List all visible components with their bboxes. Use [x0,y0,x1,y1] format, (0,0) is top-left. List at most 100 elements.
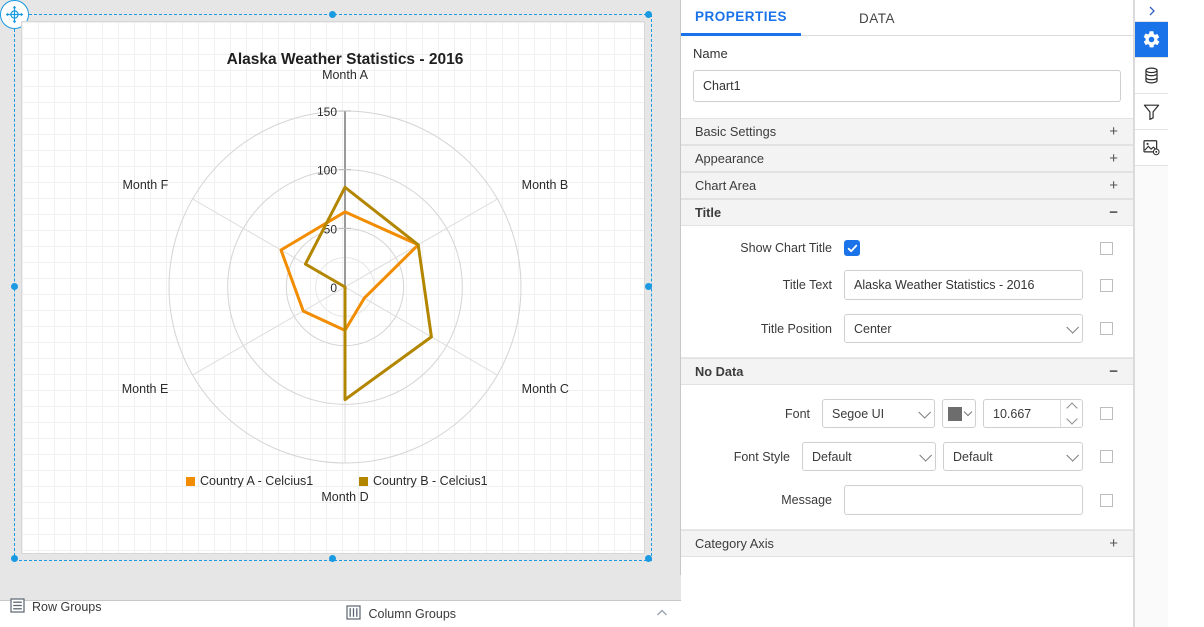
category-axis-label: Month C [522,382,569,396]
rail-button-image-settings[interactable] [1135,130,1168,166]
axis-spoke [344,286,498,376]
resize-handle-middle-left[interactable] [11,283,18,290]
legend-label-2: Country B - Celcius1 [373,474,488,488]
section-body-no-data: Font Segoe UI 10.667 Font Style Default … [681,385,1133,530]
category-axis-label: Month E [122,382,169,396]
design-surface[interactable]: Alaska Weather Statistics - 2016 0 50 100 15… [0,0,681,627]
rail-button-dataset[interactable] [1135,58,1168,94]
section-header-chart-area[interactable]: Chart Area + [681,172,1133,199]
chevron-down-icon [1066,448,1080,462]
properties-panel-content: PROPERTIES DATA Name Basic Settings + Ap… [681,0,1134,627]
label-title-text: Title Text [782,278,832,292]
chart-title: Alaska Weather Statistics - 2016 [227,51,464,68]
expression-toggle-title-position[interactable] [1100,322,1113,335]
column-groups-item[interactable]: Column Groups [346,605,456,623]
label-message: Message [781,493,832,507]
section-header-basic-settings[interactable]: Basic Settings + [681,118,1133,145]
font-family-value: Segoe UI [832,406,885,421]
expand-icon-basic-settings: + [1109,123,1118,140]
name-input[interactable] [693,70,1121,102]
legend-swatch-1 [186,477,195,486]
chevron-up-icon[interactable] [655,606,669,623]
section-header-title[interactable]: Title − [681,199,1133,226]
chevron-down-icon [919,448,933,462]
font-style-select-2[interactable]: Default [943,442,1083,471]
expand-icon-appearance: + [1109,150,1118,167]
legend-swatch-2 [359,477,368,486]
collapse-icon-title: − [1109,204,1118,221]
properties-panel: PROPERTIES DATA Name Basic Settings + Ap… [681,0,1168,627]
row-show-chart-title: Show Chart Title [681,240,1133,256]
font-size-value: 10.667 [993,406,1032,421]
row-groups-label: Row Groups [32,600,102,614]
resize-handle-bottom-right[interactable] [645,555,652,562]
resize-handle-bottom-center[interactable] [329,555,336,562]
category-axis-label: Month D [321,490,368,504]
expression-toggle-message[interactable] [1100,493,1113,507]
name-section: Name [681,36,1133,118]
section-header-no-data[interactable]: No Data − [681,358,1133,385]
resize-handle-top-right[interactable] [645,11,652,18]
chevron-down-icon [918,405,932,419]
category-axis-label: Month A [322,68,369,82]
axis-spoke [192,286,346,376]
radial-tick-label: 150 [317,105,337,119]
resize-handle-top-center[interactable] [329,11,336,18]
chevron-right-icon [1149,6,1155,15]
font-color-picker[interactable] [942,399,976,428]
section-header-category-axis[interactable]: Category Axis + [681,530,1133,557]
column-groups-icon [346,605,362,623]
font-style-select-1[interactable]: Default [802,442,936,471]
image-settings-icon [1143,140,1160,156]
rail-button-filter[interactable] [1135,94,1168,130]
radar-chart[interactable]: Alaska Weather Statistics - 2016 0 50 100 15… [22,22,646,555]
title-text-input[interactable] [844,270,1083,300]
section-label-chart-area: Chart Area [695,178,757,193]
font-style-value-2: Default [953,449,993,464]
message-input[interactable] [844,485,1083,515]
expand-icon-category-axis: + [1109,535,1118,552]
font-size-increment[interactable] [1061,400,1082,414]
column-groups-label: Column Groups [368,607,457,621]
row-title-text: Title Text [681,270,1133,300]
radar-chart-svg: Alaska Weather Statistics - 201605010015… [122,51,569,504]
resize-handle-middle-right[interactable] [645,283,652,290]
section-body-title: Show Chart Title Title Text Alaska Weath… [681,226,1133,358]
chart-selection-container[interactable]: Alaska Weather Statistics - 2016 0 50 100 15… [0,0,652,562]
section-label-no-data: No Data [695,364,744,379]
tab-data[interactable]: DATA [845,0,909,36]
title-position-select[interactable]: Center [844,314,1083,343]
label-font: Font [784,406,810,421]
tab-properties[interactable]: PROPERTIES [681,0,802,36]
group-panel-bar: Row Groups Column Groups [0,598,681,627]
legend-label-1: Country A - Celcius1 [200,474,313,488]
filter-funnel-icon [1143,104,1160,121]
section-label-appearance: Appearance [695,151,765,166]
expression-toggle-title-text[interactable] [1100,278,1113,292]
resize-handle-bottom-left[interactable] [11,555,18,562]
radial-tick-label: 100 [317,164,337,178]
row-message: Message [681,485,1133,515]
gear-icon [1143,31,1160,48]
name-label: Name [693,46,728,61]
title-position-value: Center [854,321,892,336]
chevron-down-icon [963,407,972,417]
font-family-select[interactable]: Segoe UI [822,399,935,428]
report-body-region[interactable]: Alaska Weather Statistics - 2016 0 50 100 15… [21,21,645,554]
row-groups-item[interactable]: Row Groups [10,598,111,616]
font-size-decrement[interactable] [1061,413,1082,428]
label-title-position: Title Position [760,321,832,336]
report-designer-app: Alaska Weather Statistics - 2016 0 50 100 15… [0,0,1204,627]
expression-toggle-font-style[interactable] [1100,450,1113,463]
font-size-stepper[interactable]: 10.667 [983,399,1083,428]
show-chart-title-checkbox[interactable] [844,240,860,256]
section-header-appearance[interactable]: Appearance + [681,145,1133,172]
collapse-icon-no-data: − [1109,363,1118,380]
rail-button-properties[interactable] [1135,22,1168,58]
collapse-panel-button[interactable] [1135,0,1168,22]
label-font-style: Font Style [733,449,790,464]
expression-toggle-font[interactable] [1100,407,1113,420]
category-axis-label: Month B [522,178,569,192]
expression-toggle-show-chart-title[interactable] [1100,241,1113,255]
section-label-title: Title [695,205,722,220]
